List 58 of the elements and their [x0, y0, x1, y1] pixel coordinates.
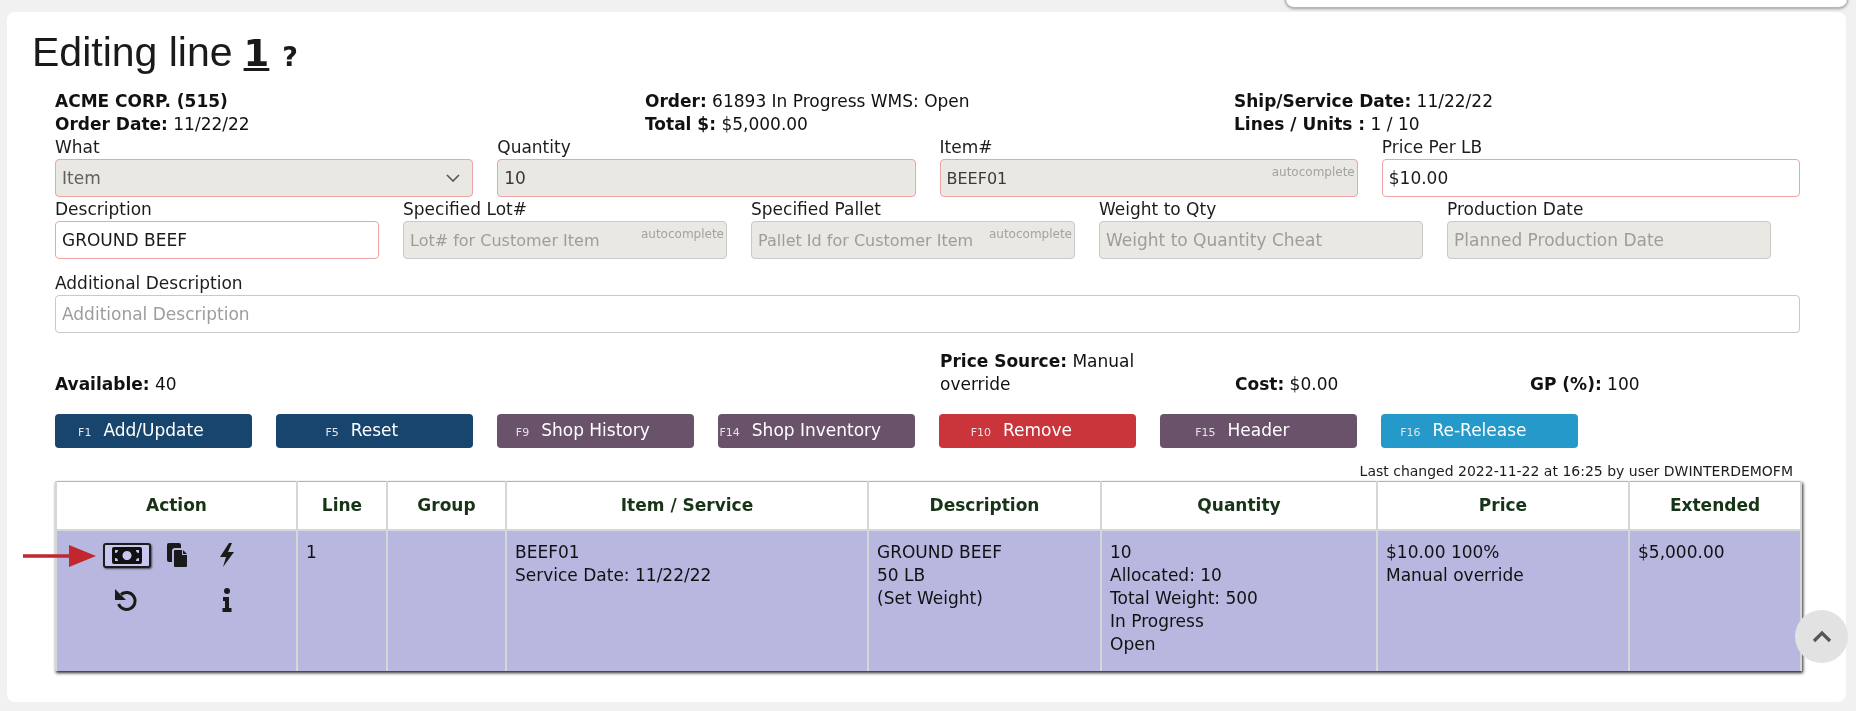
summary-field: Ship/Service Date: 11/22/22 — [1234, 90, 1794, 113]
column-header: Line — [297, 481, 387, 530]
function-button[interactable]: F5 Reset — [276, 414, 473, 448]
field-label: Specified Pallet — [751, 198, 882, 221]
field-label: Description — [55, 198, 153, 221]
field-label: Item# — [939, 136, 994, 159]
scroll-top-button[interactable] — [1795, 610, 1848, 663]
summary-field: Cost: $0.00 — [1235, 373, 1497, 396]
field-label: Production Date — [1447, 198, 1585, 221]
table-cell: $10.00 100% Manual override — [1377, 529, 1629, 671]
field-label: Specified Lot# — [403, 198, 528, 221]
input-field[interactable]: $10.00 — [1381, 159, 1800, 197]
bolt-icon[interactable] — [218, 543, 235, 567]
column-header: Description — [868, 481, 1101, 530]
function-button[interactable]: F14 Shop Inventory — [718, 414, 915, 448]
field-label: Quantity — [497, 136, 572, 159]
function-button[interactable]: F9 Shop History — [497, 414, 694, 448]
help-link[interactable]: ? — [282, 33, 298, 81]
autocomplete-hint: autocomplete — [1271, 165, 1355, 179]
input-field[interactable]: GROUND BEEF — [55, 221, 379, 259]
column-header: Extended — [1629, 481, 1801, 530]
summary-field: GP (%): 100 — [1530, 373, 1792, 396]
summary-field: Available: 40 — [55, 373, 940, 396]
table-cell: 1 — [297, 529, 387, 671]
field-label: Additional Description — [55, 272, 244, 295]
undo-icon[interactable] — [114, 588, 139, 612]
function-button[interactable]: F15 Header — [1160, 414, 1357, 448]
banknote-icon[interactable] — [102, 542, 151, 568]
input-field[interactable]: Additional Description — [55, 295, 1800, 333]
summary-field: Total $: $5,000.00 — [645, 113, 1234, 136]
autocomplete-hint: autocomplete — [988, 227, 1072, 241]
summary-field: Order: 61893 In Progress WMS: Open — [645, 90, 1234, 113]
last-changed-text: Last changed 2022-11-22 at 16:25 by user DWINTERDEMOFM — [1358, 462, 1794, 481]
function-button[interactable]: F10 Remove — [939, 414, 1136, 448]
chevron-up-icon — [1811, 630, 1832, 643]
column-header: Price — [1377, 481, 1629, 530]
field-label: Weight to Qty — [1099, 198, 1218, 221]
column-header: Item / Service — [506, 481, 868, 530]
column-header: Action — [56, 481, 297, 530]
field-label: Price Per LB — [1381, 136, 1484, 159]
summary-field: Price Source: Manual override — [940, 350, 1202, 396]
column-header: Quantity — [1101, 481, 1377, 530]
summary-field: Order Date: 11/22/22 — [55, 113, 645, 136]
table-cell: BEEF01 Service Date: 11/22/22 — [506, 529, 868, 671]
summary-field: Lines / Units : 1 / 10 — [1234, 113, 1794, 136]
autocomplete-hint: autocomplete — [640, 227, 724, 241]
column-header: Group — [387, 481, 506, 530]
page-title: Editing line — [32, 28, 233, 76]
copy-icon[interactable] — [165, 543, 188, 567]
table-row[interactable]: 1 BEEF01 Service Date: 11/22/22 GROUND BEEF 50 LB (Set Weight) 10 Allocated: 10 Total Weight: 500 In Progress Open $10.00 100% Manual override $5,000.00 — [56, 529, 1801, 671]
line-number-link[interactable]: 1 — [243, 30, 270, 78]
info-icon[interactable] — [221, 588, 232, 612]
table-cell: GROUND BEEF 50 LB (Set Weight) — [868, 529, 1101, 671]
chevron-down-icon — [446, 174, 461, 182]
customer-name: ACME CORP. (515) — [55, 90, 229, 113]
function-button[interactable]: F1 Add/Update — [55, 414, 252, 448]
field-label: What — [55, 136, 101, 159]
table-cell: 10 Allocated: 10 Total Weight: 500 In Progress Open — [1101, 529, 1377, 671]
